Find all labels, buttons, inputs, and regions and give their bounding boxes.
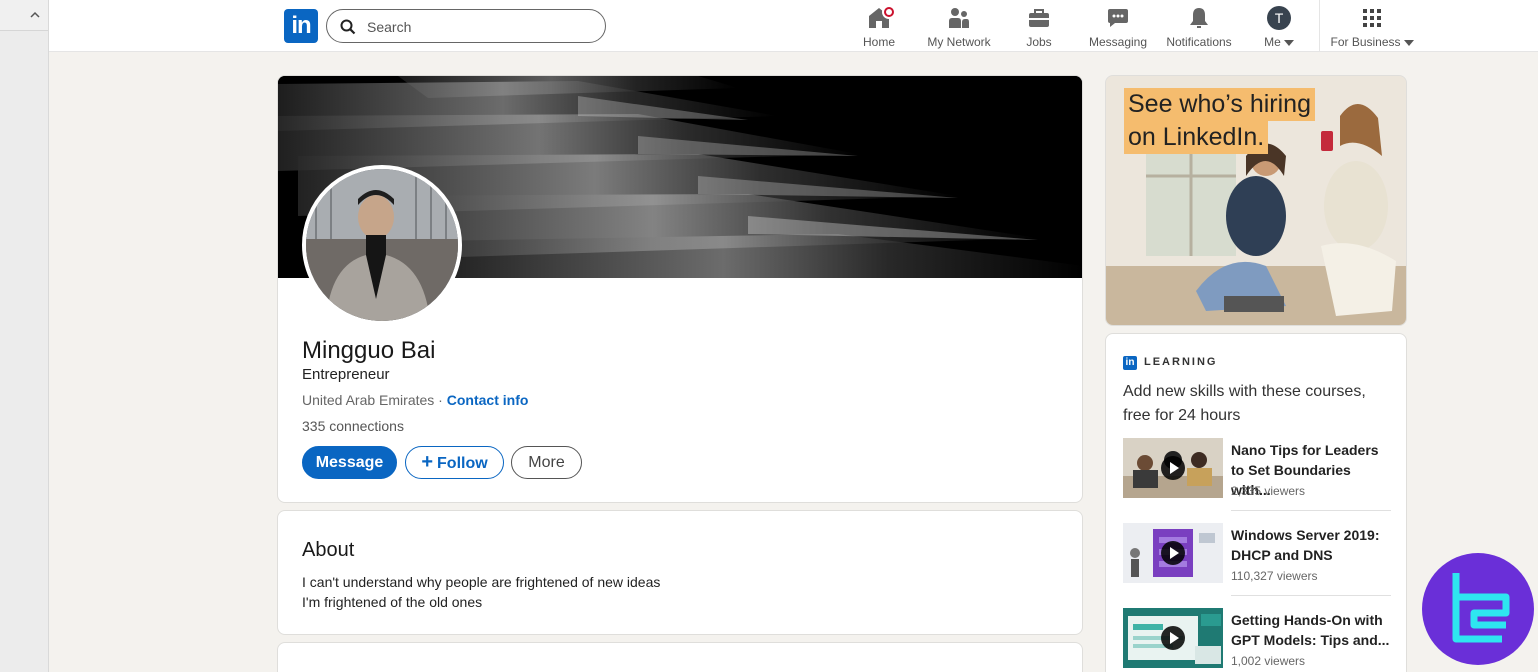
learning-label: LEARNING bbox=[1144, 356, 1218, 368]
me-avatar: T bbox=[1267, 6, 1291, 30]
jobs-icon bbox=[1029, 9, 1049, 27]
course-title: Windows Server 2019: DHCP and DNS bbox=[1231, 527, 1380, 563]
nav-my-network[interactable]: My Network bbox=[923, 6, 995, 50]
separator: · bbox=[434, 392, 447, 408]
section-card bbox=[277, 642, 1083, 672]
course-viewers: 1,002 viewers bbox=[1231, 654, 1306, 668]
nav-notifications[interactable]: Notifications bbox=[1163, 6, 1235, 50]
divider bbox=[1231, 595, 1391, 596]
linkedin-mini-logo: in bbox=[1123, 356, 1137, 370]
profile-location-row: United Arab Emirates · Contact info bbox=[302, 392, 528, 408]
play-icon bbox=[1161, 626, 1185, 650]
search-box[interactable] bbox=[326, 9, 606, 43]
nav-me[interactable]: T Me bbox=[1255, 6, 1303, 50]
ad-headline-line1: See who’s hiring bbox=[1124, 88, 1315, 121]
follow-button[interactable]: + Follow bbox=[405, 446, 504, 479]
watermark-icon bbox=[1452, 573, 1510, 643]
ad-headline-line2: on LinkedIn. bbox=[1124, 121, 1269, 154]
more-button[interactable]: More bbox=[511, 446, 582, 479]
more-button-label: More bbox=[528, 454, 565, 471]
nav-for-business[interactable]: For Business bbox=[1329, 6, 1415, 50]
watermark-logo bbox=[1422, 553, 1534, 665]
follow-button-label: Follow bbox=[437, 455, 488, 472]
nav-home[interactable]: Home bbox=[855, 5, 903, 50]
nav-divider bbox=[1319, 0, 1320, 52]
search-icon bbox=[340, 19, 356, 35]
contact-info-link[interactable]: Contact info bbox=[447, 392, 529, 408]
course-title: Getting Hands-On with GPT Models: Tips a… bbox=[1231, 612, 1390, 648]
course-viewers: 110,327 viewers bbox=[1231, 569, 1318, 583]
profile-name: Mingguo Bai bbox=[302, 337, 436, 364]
nav-jobs-label: Jobs bbox=[1026, 35, 1052, 49]
learning-subtitle: Add new skills with these courses, free … bbox=[1123, 383, 1366, 424]
nav-notifications-label: Notifications bbox=[1166, 35, 1232, 49]
about-card: About I can't understand why people are … bbox=[277, 510, 1083, 635]
search-input[interactable] bbox=[367, 16, 587, 38]
play-icon bbox=[1161, 541, 1185, 565]
connections-count[interactable]: 335 connections bbox=[302, 418, 404, 434]
caret-down-icon bbox=[1283, 39, 1294, 46]
message-button[interactable]: Message bbox=[302, 446, 397, 479]
profile-photo[interactable] bbox=[302, 165, 462, 325]
caret-down-icon bbox=[1403, 39, 1414, 46]
profile-location: United Arab Emirates bbox=[302, 392, 435, 408]
messaging-icon bbox=[1108, 9, 1128, 27]
course-item[interactable]: Windows Server 2019: DHCP and DNS 110,32… bbox=[1123, 523, 1391, 595]
about-text-line: I'm frightened of the old ones bbox=[302, 594, 483, 610]
nav-messaging[interactable]: Messaging bbox=[1085, 6, 1151, 50]
gutter-header bbox=[0, 0, 48, 31]
nav-messaging-label: Messaging bbox=[1088, 35, 1148, 49]
notifications-icon bbox=[1190, 8, 1208, 28]
play-icon bbox=[1161, 456, 1185, 480]
nav-my-network-label: My Network bbox=[927, 35, 991, 49]
nav-jobs[interactable]: Jobs bbox=[1015, 6, 1063, 50]
grid-icon bbox=[1363, 9, 1381, 27]
network-icon bbox=[949, 8, 969, 28]
hiring-ad[interactable]: See who’s hiring on LinkedIn. bbox=[1105, 75, 1407, 326]
nav-home-label: Home bbox=[862, 35, 895, 49]
profile-card: Mingguo Bai Entrepreneur United Arab Emi… bbox=[277, 75, 1083, 503]
learning-card: in LEARNING Add new skills with these co… bbox=[1105, 333, 1407, 672]
browser-gutter bbox=[0, 0, 49, 672]
about-text-line: I can't understand why people are fright… bbox=[302, 574, 661, 590]
linkedin-logo[interactable]: in bbox=[284, 9, 318, 43]
message-button-label: Message bbox=[315, 454, 384, 471]
about-title: About bbox=[302, 539, 355, 561]
profile-headline: Entrepreneur bbox=[302, 366, 390, 383]
course-item[interactable]: Getting Hands-On with GPT Models: Tips a… bbox=[1123, 608, 1391, 672]
chevron-up-icon[interactable] bbox=[30, 10, 40, 20]
course-item[interactable]: Nano Tips for Leaders to Set Boundaries … bbox=[1123, 438, 1391, 510]
divider bbox=[1231, 510, 1391, 511]
nav-for-business-label: For Business bbox=[1330, 35, 1401, 49]
plus-icon: + bbox=[421, 451, 434, 473]
notification-badge bbox=[882, 5, 896, 19]
global-nav: in Home My Network Jobs Messaging Notifi bbox=[49, 0, 1538, 52]
nav-me-label: Me bbox=[1264, 35, 1281, 49]
course-viewers: 2,335 viewers bbox=[1231, 484, 1306, 498]
